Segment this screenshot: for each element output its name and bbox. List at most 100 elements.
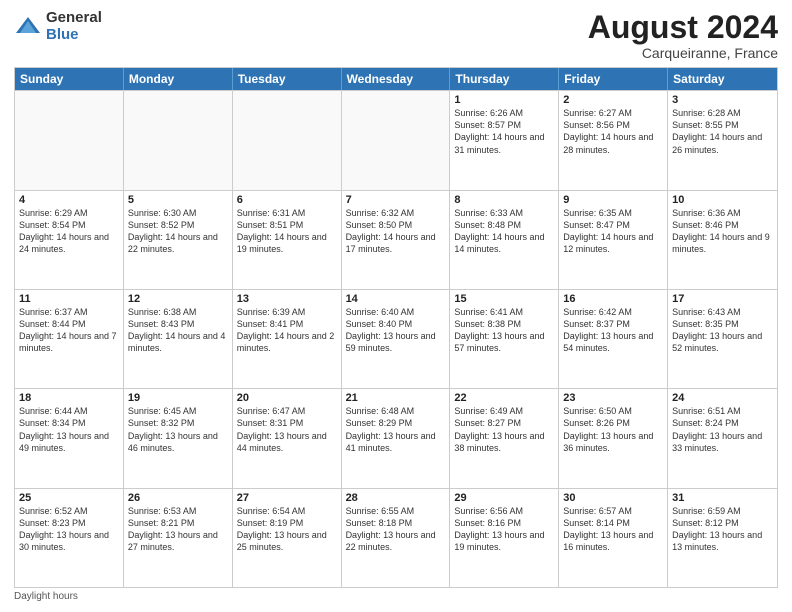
cal-cell (233, 91, 342, 189)
cal-cell: 1Sunrise: 6:26 AM Sunset: 8:57 PM Daylig… (450, 91, 559, 189)
day-info: Sunrise: 6:57 AM Sunset: 8:14 PM Dayligh… (563, 505, 663, 554)
day-number: 22 (454, 392, 554, 404)
cal-cell: 5Sunrise: 6:30 AM Sunset: 8:52 PM Daylig… (124, 191, 233, 289)
cal-cell: 10Sunrise: 6:36 AM Sunset: 8:46 PM Dayli… (668, 191, 777, 289)
calendar: SundayMondayTuesdayWednesdayThursdayFrid… (14, 67, 778, 588)
logo-general: General (46, 10, 102, 27)
cal-cell: 30Sunrise: 6:57 AM Sunset: 8:14 PM Dayli… (559, 489, 668, 587)
cal-cell: 12Sunrise: 6:38 AM Sunset: 8:43 PM Dayli… (124, 290, 233, 388)
day-number: 23 (563, 392, 663, 404)
cal-row-0: 1Sunrise: 6:26 AM Sunset: 8:57 PM Daylig… (15, 90, 777, 189)
day-info: Sunrise: 6:47 AM Sunset: 8:31 PM Dayligh… (237, 405, 337, 454)
logo-text: General Blue (46, 10, 102, 43)
cal-cell: 29Sunrise: 6:56 AM Sunset: 8:16 PM Dayli… (450, 489, 559, 587)
cal-cell: 23Sunrise: 6:50 AM Sunset: 8:26 PM Dayli… (559, 389, 668, 487)
cal-cell: 6Sunrise: 6:31 AM Sunset: 8:51 PM Daylig… (233, 191, 342, 289)
day-info: Sunrise: 6:39 AM Sunset: 8:41 PM Dayligh… (237, 306, 337, 355)
cal-cell: 28Sunrise: 6:55 AM Sunset: 8:18 PM Dayli… (342, 489, 451, 587)
day-info: Sunrise: 6:38 AM Sunset: 8:43 PM Dayligh… (128, 306, 228, 355)
footer-note: Daylight hours (14, 591, 778, 602)
day-info: Sunrise: 6:55 AM Sunset: 8:18 PM Dayligh… (346, 505, 446, 554)
cal-cell: 11Sunrise: 6:37 AM Sunset: 8:44 PM Dayli… (15, 290, 124, 388)
day-number: 14 (346, 293, 446, 305)
cal-cell: 20Sunrise: 6:47 AM Sunset: 8:31 PM Dayli… (233, 389, 342, 487)
cal-cell: 22Sunrise: 6:49 AM Sunset: 8:27 PM Dayli… (450, 389, 559, 487)
day-number: 28 (346, 492, 446, 504)
cal-cell: 18Sunrise: 6:44 AM Sunset: 8:34 PM Dayli… (15, 389, 124, 487)
day-info: Sunrise: 6:45 AM Sunset: 8:32 PM Dayligh… (128, 405, 228, 454)
day-info: Sunrise: 6:56 AM Sunset: 8:16 PM Dayligh… (454, 505, 554, 554)
title-block: August 2024 Carqueiranne, France (588, 10, 778, 61)
page: General Blue August 2024 Carqueiranne, F… (0, 0, 792, 612)
day-number: 29 (454, 492, 554, 504)
logo-icon (14, 13, 42, 41)
cal-cell: 2Sunrise: 6:27 AM Sunset: 8:56 PM Daylig… (559, 91, 668, 189)
day-info: Sunrise: 6:44 AM Sunset: 8:34 PM Dayligh… (19, 405, 119, 454)
cal-cell: 14Sunrise: 6:40 AM Sunset: 8:40 PM Dayli… (342, 290, 451, 388)
cal-cell: 26Sunrise: 6:53 AM Sunset: 8:21 PM Dayli… (124, 489, 233, 587)
logo: General Blue (14, 10, 102, 43)
cal-cell: 25Sunrise: 6:52 AM Sunset: 8:23 PM Dayli… (15, 489, 124, 587)
day-number: 1 (454, 94, 554, 106)
logo-blue: Blue (46, 27, 102, 44)
day-info: Sunrise: 6:53 AM Sunset: 8:21 PM Dayligh… (128, 505, 228, 554)
cal-cell (342, 91, 451, 189)
day-number: 30 (563, 492, 663, 504)
day-number: 13 (237, 293, 337, 305)
day-info: Sunrise: 6:43 AM Sunset: 8:35 PM Dayligh… (672, 306, 773, 355)
day-number: 27 (237, 492, 337, 504)
day-number: 4 (19, 194, 119, 206)
day-info: Sunrise: 6:27 AM Sunset: 8:56 PM Dayligh… (563, 107, 663, 156)
cal-cell: 13Sunrise: 6:39 AM Sunset: 8:41 PM Dayli… (233, 290, 342, 388)
cal-cell: 15Sunrise: 6:41 AM Sunset: 8:38 PM Dayli… (450, 290, 559, 388)
cal-header-cell-friday: Friday (559, 68, 668, 90)
subtitle: Carqueiranne, France (588, 45, 778, 61)
cal-row-2: 11Sunrise: 6:37 AM Sunset: 8:44 PM Dayli… (15, 289, 777, 388)
day-number: 25 (19, 492, 119, 504)
day-info: Sunrise: 6:48 AM Sunset: 8:29 PM Dayligh… (346, 405, 446, 454)
cal-header-cell-sunday: Sunday (15, 68, 124, 90)
day-info: Sunrise: 6:26 AM Sunset: 8:57 PM Dayligh… (454, 107, 554, 156)
day-number: 11 (19, 293, 119, 305)
cal-row-4: 25Sunrise: 6:52 AM Sunset: 8:23 PM Dayli… (15, 488, 777, 587)
day-number: 19 (128, 392, 228, 404)
cal-cell: 17Sunrise: 6:43 AM Sunset: 8:35 PM Dayli… (668, 290, 777, 388)
day-info: Sunrise: 6:40 AM Sunset: 8:40 PM Dayligh… (346, 306, 446, 355)
cal-header-cell-wednesday: Wednesday (342, 68, 451, 90)
cal-header-cell-monday: Monday (124, 68, 233, 90)
day-info: Sunrise: 6:52 AM Sunset: 8:23 PM Dayligh… (19, 505, 119, 554)
cal-header-cell-thursday: Thursday (450, 68, 559, 90)
day-number: 8 (454, 194, 554, 206)
cal-cell (15, 91, 124, 189)
day-number: 17 (672, 293, 773, 305)
day-number: 12 (128, 293, 228, 305)
day-number: 26 (128, 492, 228, 504)
day-info: Sunrise: 6:31 AM Sunset: 8:51 PM Dayligh… (237, 207, 337, 256)
day-number: 21 (346, 392, 446, 404)
day-info: Sunrise: 6:37 AM Sunset: 8:44 PM Dayligh… (19, 306, 119, 355)
cal-cell: 27Sunrise: 6:54 AM Sunset: 8:19 PM Dayli… (233, 489, 342, 587)
cal-cell: 8Sunrise: 6:33 AM Sunset: 8:48 PM Daylig… (450, 191, 559, 289)
day-number: 24 (672, 392, 773, 404)
day-number: 3 (672, 94, 773, 106)
cal-cell: 31Sunrise: 6:59 AM Sunset: 8:12 PM Dayli… (668, 489, 777, 587)
day-info: Sunrise: 6:54 AM Sunset: 8:19 PM Dayligh… (237, 505, 337, 554)
day-info: Sunrise: 6:30 AM Sunset: 8:52 PM Dayligh… (128, 207, 228, 256)
day-info: Sunrise: 6:51 AM Sunset: 8:24 PM Dayligh… (672, 405, 773, 454)
cal-cell: 9Sunrise: 6:35 AM Sunset: 8:47 PM Daylig… (559, 191, 668, 289)
cal-header-cell-tuesday: Tuesday (233, 68, 342, 90)
calendar-header-row: SundayMondayTuesdayWednesdayThursdayFrid… (15, 68, 777, 90)
day-info: Sunrise: 6:33 AM Sunset: 8:48 PM Dayligh… (454, 207, 554, 256)
day-number: 6 (237, 194, 337, 206)
month-title: August 2024 (588, 10, 778, 45)
day-info: Sunrise: 6:41 AM Sunset: 8:38 PM Dayligh… (454, 306, 554, 355)
cal-cell: 4Sunrise: 6:29 AM Sunset: 8:54 PM Daylig… (15, 191, 124, 289)
day-info: Sunrise: 6:32 AM Sunset: 8:50 PM Dayligh… (346, 207, 446, 256)
cal-cell: 16Sunrise: 6:42 AM Sunset: 8:37 PM Dayli… (559, 290, 668, 388)
day-number: 16 (563, 293, 663, 305)
day-info: Sunrise: 6:36 AM Sunset: 8:46 PM Dayligh… (672, 207, 773, 256)
day-number: 9 (563, 194, 663, 206)
day-info: Sunrise: 6:29 AM Sunset: 8:54 PM Dayligh… (19, 207, 119, 256)
cal-row-1: 4Sunrise: 6:29 AM Sunset: 8:54 PM Daylig… (15, 190, 777, 289)
cal-cell: 3Sunrise: 6:28 AM Sunset: 8:55 PM Daylig… (668, 91, 777, 189)
